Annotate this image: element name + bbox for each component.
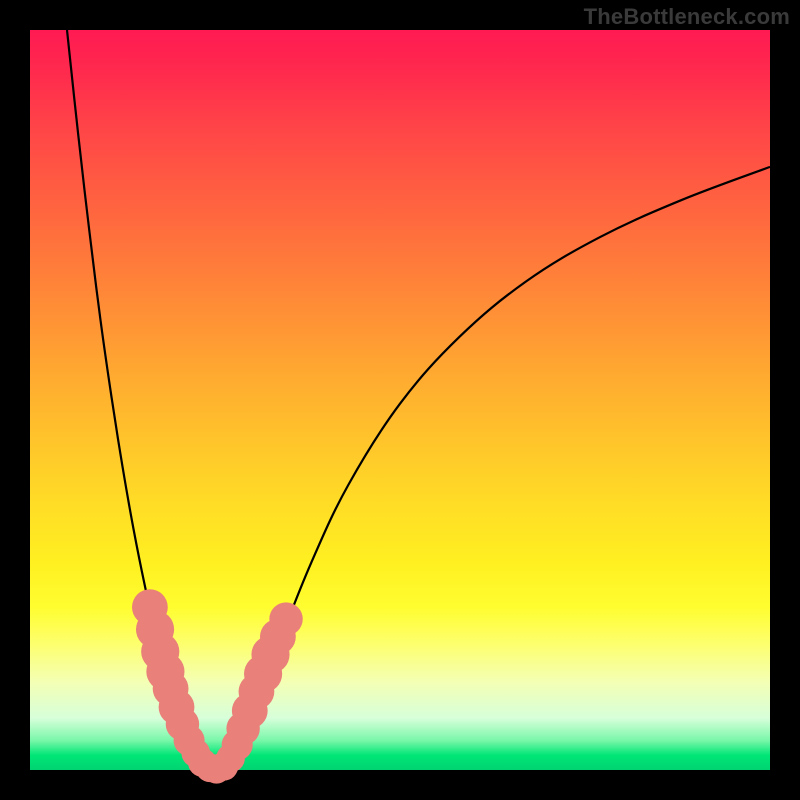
curve-left-curve [67,30,208,768]
watermark-text: TheBottleneck.com [584,4,790,30]
frame: TheBottleneck.com [0,0,800,800]
chart-svg [30,30,770,770]
curve-right-curve [222,167,770,768]
bead [269,602,302,635]
plot-area [30,30,770,770]
